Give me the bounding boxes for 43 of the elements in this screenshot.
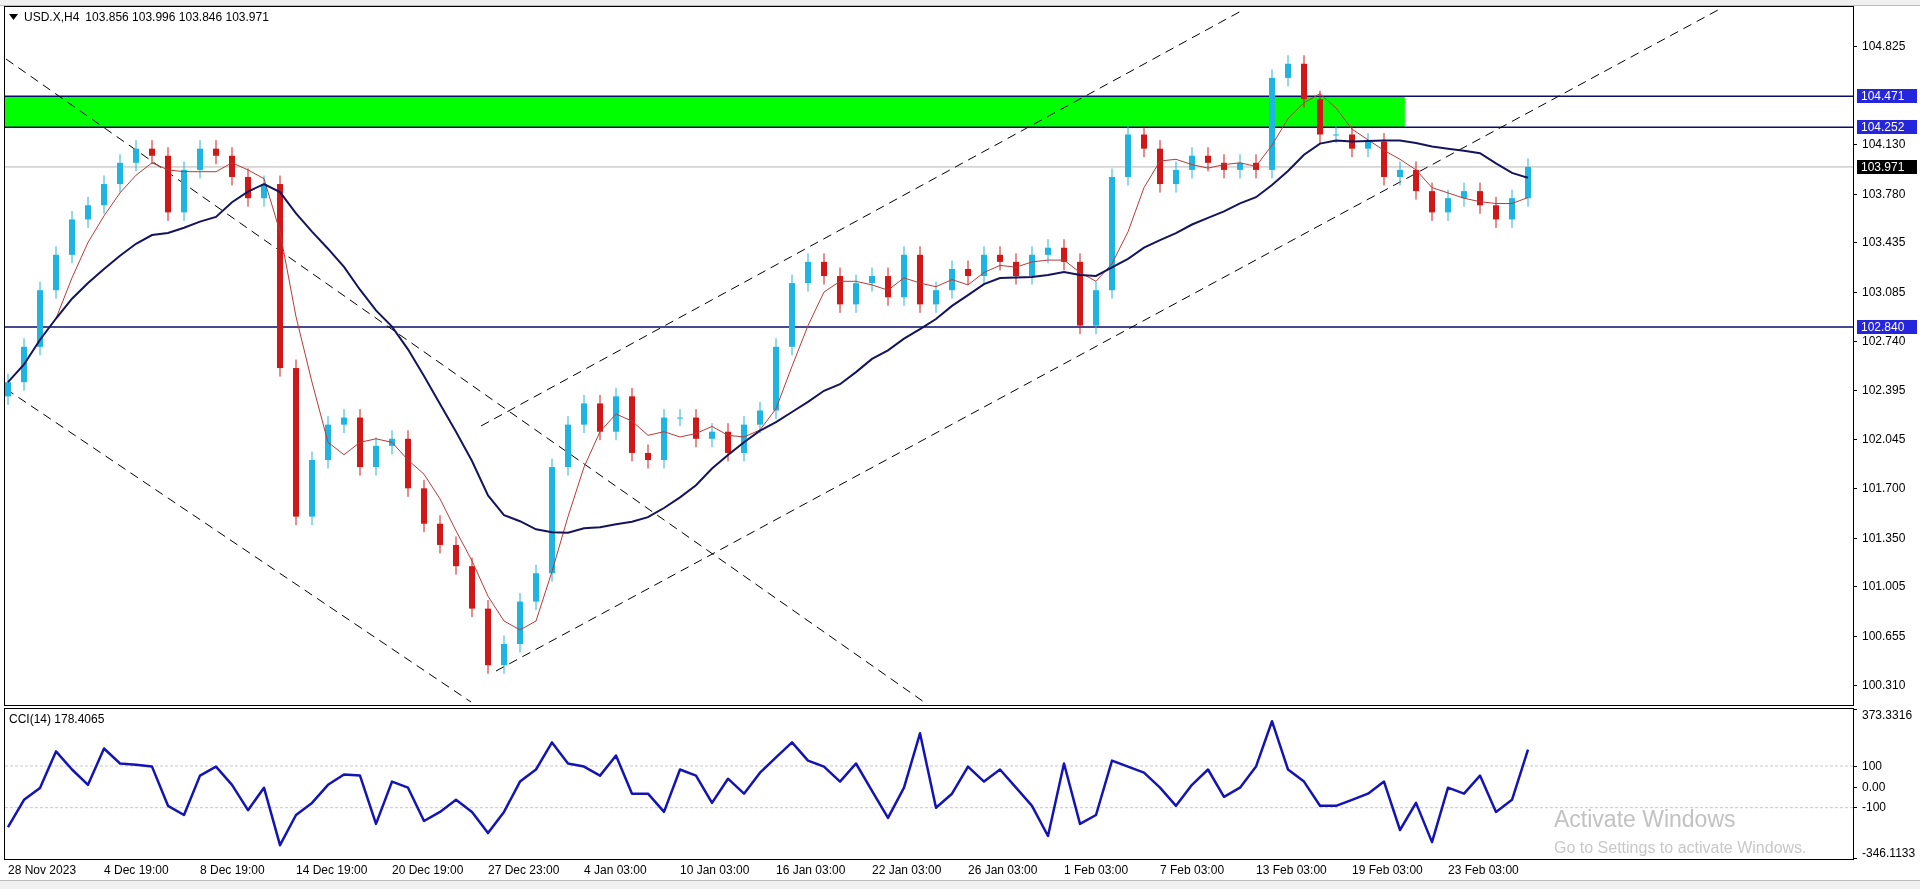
time-axis-label: 22 Jan 03:00 xyxy=(872,862,942,877)
time-axis-label: 23 Feb 03:00 xyxy=(1448,862,1519,877)
time-axis-label: 19 Feb 03:00 xyxy=(1352,862,1423,877)
price-axis-label: 100.310 xyxy=(1861,677,1907,692)
indicator-title: CCI(14) 178.4065 xyxy=(9,711,105,726)
time-axis-label: 1 Feb 03:00 xyxy=(1064,862,1129,877)
indicator-axis-label: 373.3316 xyxy=(1861,707,1914,722)
time-axis-label: 4 Dec 19:00 xyxy=(104,862,169,877)
price-axis-label: 103.085 xyxy=(1861,285,1907,300)
price-axis-label: 102.045 xyxy=(1861,432,1907,447)
time-axis-label: 28 Nov 2023 xyxy=(8,862,77,877)
price-axis-label: 100.655 xyxy=(1861,628,1907,643)
time-axis-label: 4 Jan 03:00 xyxy=(584,862,647,877)
price-axis-label: 103.435 xyxy=(1861,235,1907,250)
time-axis-label: 20 Dec 19:00 xyxy=(392,862,464,877)
current-price-label: 103.971 xyxy=(1857,159,1917,174)
time-axis-label: 13 Feb 03:00 xyxy=(1256,862,1327,877)
price-axis-label: 102.740 xyxy=(1861,333,1907,348)
indicator-axis-label: -346.1133 xyxy=(1861,845,1917,860)
time-axis-label: 14 Dec 19:00 xyxy=(296,862,368,877)
level-price-label: 104.471 xyxy=(1857,88,1917,103)
price-axis-label: 103.780 xyxy=(1861,186,1907,201)
price-axis-label: 101.005 xyxy=(1861,579,1907,594)
dropdown-triangle-icon[interactable] xyxy=(9,13,18,20)
time-axis-label: 16 Jan 03:00 xyxy=(776,862,846,877)
level-price-label: 104.252 xyxy=(1857,119,1917,134)
symbol-timeframe: USD.X,H4 xyxy=(24,9,80,24)
time-axis-label: 8 Dec 19:00 xyxy=(200,862,265,877)
price-axis-label: 102.395 xyxy=(1861,382,1907,397)
indicator-axis-label: -100 xyxy=(1861,800,1888,815)
price-axis-label: 104.130 xyxy=(1861,137,1907,152)
price-axis-label: 104.825 xyxy=(1861,38,1907,53)
indicator-axis-label: 0.00 xyxy=(1861,779,1887,794)
time-axis-label: 26 Jan 03:00 xyxy=(968,862,1038,877)
activation-notice-title: Activate Windows xyxy=(1554,806,1737,833)
time-axis-label: 10 Jan 03:00 xyxy=(680,862,750,877)
level-price-label: 102.840 xyxy=(1857,319,1917,334)
time-axis-label: 27 Dec 23:00 xyxy=(488,862,560,877)
time-axis-label: 7 Feb 03:00 xyxy=(1160,862,1225,877)
price-axis-label: 101.700 xyxy=(1861,481,1907,496)
price-axis-label: 101.350 xyxy=(1861,530,1907,545)
indicator-axis-label: 100 xyxy=(1861,758,1884,773)
ohlc-values: 103.856 103.996 103.846 103.971 xyxy=(85,9,269,24)
